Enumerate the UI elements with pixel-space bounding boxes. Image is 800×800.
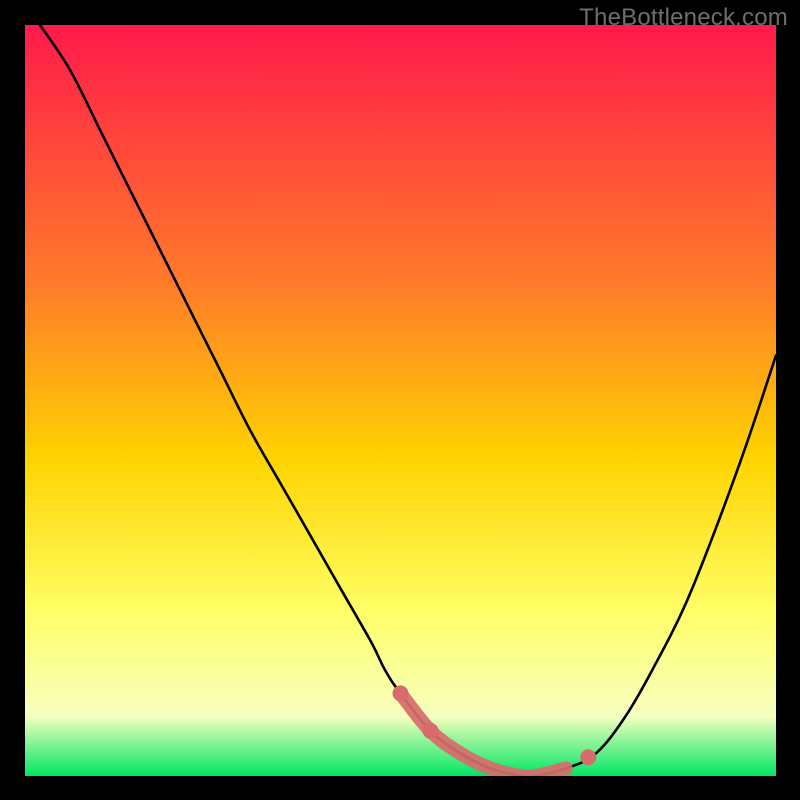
bottleneck-chart [25, 25, 776, 776]
gradient-background [25, 25, 776, 776]
highlight-dot [393, 685, 409, 701]
watermark-text: TheBottleneck.com [579, 4, 788, 32]
highlight-dot [580, 749, 596, 765]
plot-area [25, 25, 776, 776]
chart-frame: TheBottleneck.com [0, 0, 800, 800]
highlight-dot [423, 723, 439, 739]
